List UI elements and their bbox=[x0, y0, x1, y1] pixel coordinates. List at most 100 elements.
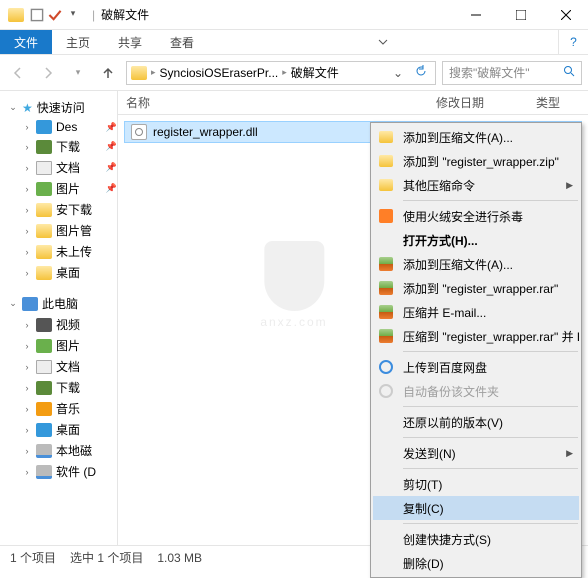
sidebar-item[interactable]: ›软件 (D bbox=[0, 461, 117, 482]
pc-icon bbox=[22, 297, 38, 311]
sidebar-item[interactable]: ›桌面 bbox=[0, 419, 117, 440]
tab-view[interactable]: 查看 bbox=[156, 30, 208, 54]
expand-icon[interactable]: › bbox=[22, 320, 32, 330]
collapse-icon[interactable]: ⌄ bbox=[8, 102, 18, 113]
expand-icon[interactable]: › bbox=[22, 226, 32, 236]
cm-copy[interactable]: 复制(C) bbox=[373, 496, 579, 520]
breadcrumb-2[interactable]: 破解文件 bbox=[291, 64, 339, 81]
refresh-button[interactable] bbox=[411, 65, 431, 80]
rar-icon bbox=[379, 257, 393, 271]
sidebar-label: 快速访问 bbox=[37, 99, 85, 116]
expand-icon[interactable]: › bbox=[22, 425, 32, 435]
sidebar-item[interactable]: › 文档 bbox=[0, 356, 117, 377]
cm-baidu-upload[interactable]: 上传到百度网盘 bbox=[373, 355, 579, 379]
sidebar-item[interactable]: ›图片 bbox=[0, 335, 117, 356]
cm-huorong-scan[interactable]: 使用火绒安全进行杀毒 bbox=[373, 204, 579, 228]
sidebar-item[interactable]: ›下载 bbox=[0, 377, 117, 398]
expand-icon[interactable]: › bbox=[22, 142, 32, 152]
disk-icon bbox=[36, 444, 52, 458]
ribbon-expand-button[interactable] bbox=[363, 30, 403, 54]
zip-icon bbox=[379, 131, 393, 143]
app-folder-icon bbox=[8, 8, 24, 22]
cm-restore-versions[interactable]: 还原以前的版本(V) bbox=[373, 410, 579, 434]
qat-check-icon[interactable] bbox=[48, 8, 62, 22]
cm-rar-email-named[interactable]: 压缩到 "register_wrapper.rar" 并 E bbox=[373, 324, 579, 348]
collapse-icon[interactable]: ⌄ bbox=[8, 298, 18, 309]
expand-icon[interactable]: › bbox=[22, 163, 32, 173]
cm-delete[interactable]: 删除(D) bbox=[373, 551, 579, 575]
sidebar-this-pc[interactable]: ⌄ 此电脑 bbox=[0, 293, 117, 314]
sidebar-item[interactable]: ›图片管 bbox=[0, 220, 117, 241]
tab-file[interactable]: 文件 bbox=[0, 30, 52, 54]
title-divider: | bbox=[92, 8, 95, 22]
column-type[interactable]: 类型 bbox=[528, 94, 588, 111]
rar-icon bbox=[379, 329, 393, 343]
sidebar-item[interactable]: ›图片📌 bbox=[0, 178, 117, 199]
chevron-right-icon[interactable]: ▸ bbox=[151, 67, 156, 78]
column-date[interactable]: 修改日期 bbox=[428, 94, 528, 111]
cm-send-to[interactable]: 发送到(N)▶ bbox=[373, 441, 579, 465]
sidebar-quick-access[interactable]: ⌄ ★ 快速访问 bbox=[0, 97, 117, 118]
up-button[interactable] bbox=[96, 61, 120, 85]
sidebar-item[interactable]: ›本地磁 bbox=[0, 440, 117, 461]
expand-icon[interactable]: › bbox=[22, 205, 32, 215]
expand-icon[interactable]: › bbox=[22, 383, 32, 393]
minimize-button[interactable] bbox=[453, 0, 498, 30]
navigation-pane: ⌄ ★ 快速访问 ›Des📌›下载📌›文档📌›图片📌›安下载›图片管›未上传›桌… bbox=[0, 91, 118, 545]
cm-add-to-named-zip[interactable]: 添加到 "register_wrapper.zip" bbox=[373, 149, 579, 173]
dll-file-icon bbox=[131, 124, 147, 140]
address-dropdown-icon[interactable]: ⌄ bbox=[389, 66, 407, 80]
sidebar-item-label: 文档 bbox=[56, 358, 80, 375]
pin-icon: 📌 bbox=[106, 141, 117, 152]
cm-open-with[interactable]: 打开方式(H)... bbox=[373, 228, 579, 252]
sidebar-item[interactable]: ›桌面 bbox=[0, 262, 117, 283]
close-button[interactable] bbox=[543, 0, 588, 30]
sidebar-item[interactable]: ›文档📌 bbox=[0, 157, 117, 178]
sidebar-item-label: 未上传 bbox=[56, 243, 92, 260]
sidebar-item[interactable]: ›Des📌 bbox=[0, 118, 117, 136]
search-input[interactable]: 搜索"破解文件" bbox=[442, 61, 582, 85]
cm-cut[interactable]: 剪切(T) bbox=[373, 472, 579, 496]
tab-home[interactable]: 主页 bbox=[52, 30, 104, 54]
qat-dropdown-icon[interactable]: ▾ bbox=[66, 8, 80, 22]
chevron-right-icon[interactable]: ▸ bbox=[282, 67, 287, 78]
recent-dropdown[interactable]: ▾ bbox=[66, 61, 90, 85]
sidebar-item[interactable]: › 未上传 bbox=[0, 241, 117, 262]
back-button[interactable] bbox=[6, 61, 30, 85]
pic-icon bbox=[36, 182, 52, 196]
forward-button[interactable] bbox=[36, 61, 60, 85]
menu-separator bbox=[403, 468, 578, 469]
rar-icon bbox=[379, 281, 393, 295]
folder-icon bbox=[36, 224, 52, 238]
cm-add-to-zip[interactable]: 添加到压缩文件(A)... bbox=[373, 125, 579, 149]
expand-icon[interactable]: › bbox=[22, 362, 32, 372]
sidebar-item-label: 安下载 bbox=[56, 201, 92, 218]
expand-icon[interactable]: › bbox=[22, 446, 32, 456]
expand-icon[interactable]: › bbox=[22, 467, 32, 477]
expand-icon[interactable]: › bbox=[22, 184, 32, 194]
star-icon: ★ bbox=[22, 101, 33, 115]
cm-rar-email[interactable]: 压缩并 E-mail... bbox=[373, 300, 579, 324]
cm-rar-add[interactable]: 添加到压缩文件(A)... bbox=[373, 252, 579, 276]
cm-create-shortcut[interactable]: 创建快捷方式(S) bbox=[373, 527, 579, 551]
sidebar-item[interactable]: ›视频 bbox=[0, 314, 117, 335]
maximize-button[interactable] bbox=[498, 0, 543, 30]
qat-item[interactable] bbox=[30, 8, 44, 22]
menu-separator bbox=[403, 437, 578, 438]
expand-icon[interactable]: › bbox=[22, 247, 32, 257]
sidebar-item[interactable]: ›下载📌 bbox=[0, 136, 117, 157]
cm-rar-add-named[interactable]: 添加到 "register_wrapper.rar" bbox=[373, 276, 579, 300]
tab-share[interactable]: 共享 bbox=[104, 30, 156, 54]
column-name[interactable]: 名称 bbox=[118, 94, 428, 111]
address-bar[interactable]: ▸ SynciosiOSEraserPr... ▸ 破解文件 ⌄ bbox=[126, 61, 436, 85]
ribbon-help-button[interactable]: ? bbox=[558, 30, 588, 54]
menu-separator bbox=[403, 523, 578, 524]
expand-icon[interactable]: › bbox=[22, 268, 32, 278]
cm-other-zip[interactable]: 其他压缩命令▶ bbox=[373, 173, 579, 197]
expand-icon[interactable]: › bbox=[22, 341, 32, 351]
expand-icon[interactable]: › bbox=[22, 122, 32, 132]
breadcrumb-1[interactable]: SynciosiOSEraserPr... bbox=[160, 66, 279, 80]
sidebar-item[interactable]: ›音乐 bbox=[0, 398, 117, 419]
sidebar-item[interactable]: › 安下载 bbox=[0, 199, 117, 220]
expand-icon[interactable]: › bbox=[22, 404, 32, 414]
